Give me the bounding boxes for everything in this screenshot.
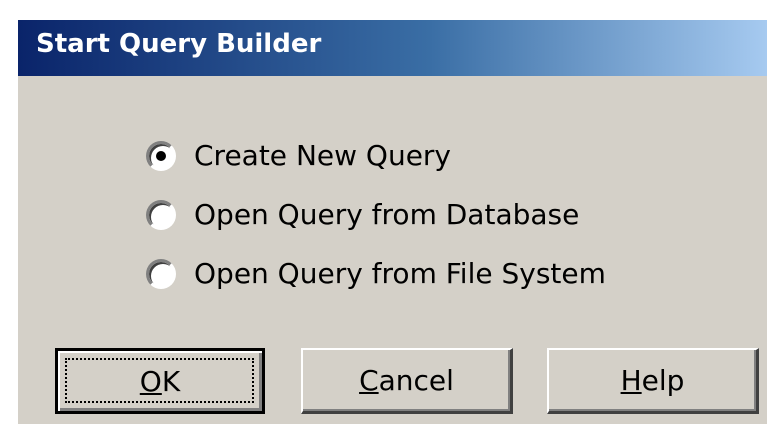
option-label[interactable]: Open Query from Database [194, 197, 579, 233]
dialog-title: Start Query Builder [36, 29, 322, 59]
ok-button-label: OK [139, 364, 181, 398]
cancel-button[interactable]: Cancel [301, 348, 513, 414]
option-label[interactable]: Create New Query [194, 138, 451, 174]
query-source-radio-group: Create New Query Open Query from Databas… [146, 138, 606, 315]
title-bar[interactable]: Start Query Builder [18, 20, 767, 76]
option-open-query-from-file-system[interactable]: Open Query from File System [146, 256, 606, 315]
radio-button[interactable] [146, 200, 176, 230]
option-label[interactable]: Open Query from File System [194, 256, 606, 292]
radio-button-checked[interactable] [146, 141, 176, 171]
option-create-new-query[interactable]: Create New Query [146, 138, 606, 197]
radio-button[interactable] [146, 259, 176, 289]
help-button-label: Help [620, 364, 685, 397]
radio-selected-dot [156, 151, 166, 161]
ok-button[interactable]: OK [55, 348, 265, 414]
cancel-button-label: Cancel [359, 364, 454, 397]
start-query-builder-dialog: Start Query Builder Create New Query Ope… [16, 18, 767, 424]
option-open-query-from-database[interactable]: Open Query from Database [146, 197, 606, 256]
help-button[interactable]: Help [547, 348, 759, 414]
